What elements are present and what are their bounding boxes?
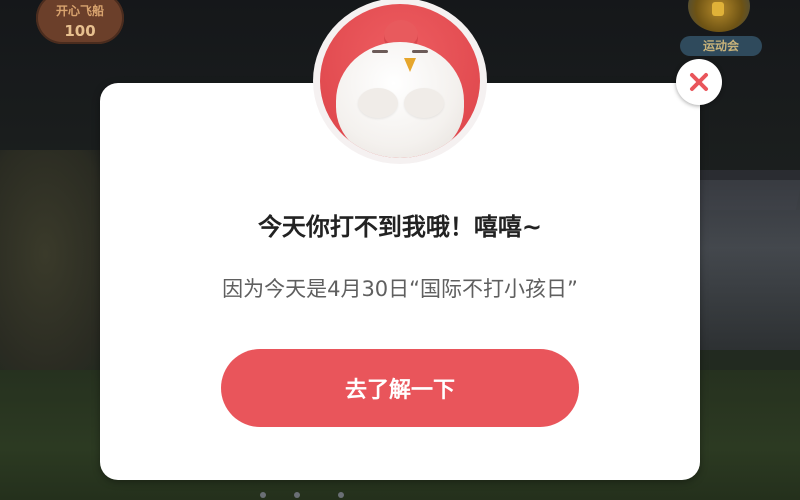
airship-badge-title: 开心飞船 — [55, 4, 104, 18]
page-dot — [294, 492, 300, 498]
airship-badge-value: 100 — [64, 22, 96, 40]
airship-badge[interactable]: 开心飞船 100 — [30, 0, 130, 48]
chick-eye-right — [412, 50, 428, 53]
coin-mark-icon — [712, 2, 724, 16]
page-indicator — [250, 490, 350, 500]
close-icon — [690, 73, 708, 91]
chick-beak — [404, 58, 416, 72]
avatar-frame — [313, 0, 487, 164]
sports-meet-label: 运动会 — [680, 36, 762, 56]
chick-eye-left — [372, 50, 388, 53]
page-dot — [260, 492, 266, 498]
chick-wing-right — [404, 88, 444, 118]
dialog-subtitle: 因为今天是4月30日“国际不打小孩日” — [222, 277, 578, 301]
close-button[interactable] — [676, 59, 722, 105]
dialog-title: 今天你打不到我哦！嘻嘻~ — [257, 213, 543, 241]
chick-body — [336, 42, 464, 158]
sports-meet-badge[interactable]: 运动会 — [676, 0, 766, 58]
chick-wing-left — [358, 88, 398, 118]
page-dot — [338, 492, 344, 498]
chick-avatar-icon — [320, 4, 480, 158]
learn-more-button[interactable]: 去了解一下 — [221, 349, 579, 427]
